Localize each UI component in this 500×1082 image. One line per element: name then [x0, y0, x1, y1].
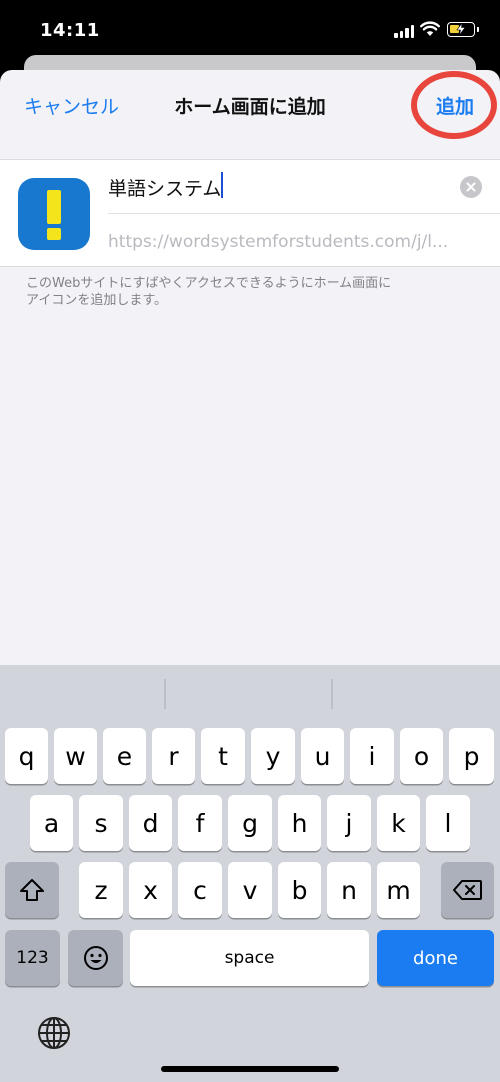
home-indicator: [161, 1066, 339, 1072]
key-d[interactable]: d: [129, 795, 172, 851]
key-r[interactable]: r: [152, 728, 195, 784]
key-t[interactable]: t: [201, 728, 245, 784]
backspace-key[interactable]: [441, 862, 494, 918]
key-n[interactable]: n: [327, 862, 371, 918]
text-cursor: [221, 172, 223, 198]
key-e[interactable]: e: [103, 728, 146, 784]
key-v[interactable]: v: [228, 862, 272, 918]
key-h[interactable]: h: [278, 795, 321, 851]
status-bar: 14:11: [0, 0, 500, 58]
key-q[interactable]: q: [5, 728, 48, 784]
name-field[interactable]: 単語システム: [108, 174, 221, 201]
emoji-key[interactable]: [68, 930, 123, 986]
done-key[interactable]: done: [377, 930, 494, 986]
footnote-line2: アイコンを追加します。: [26, 293, 168, 308]
key-z[interactable]: z: [79, 862, 123, 918]
exclamation-app-icon: [18, 178, 90, 250]
key-i[interactable]: i: [350, 728, 394, 784]
key-f[interactable]: f: [178, 795, 222, 851]
footnote-line1: このWebサイトにすばやくアクセスできるようにホーム画面に: [26, 276, 392, 291]
suggestion-divider: [164, 679, 166, 709]
signal-icon: [394, 25, 414, 38]
clear-circle-icon[interactable]: [460, 176, 482, 198]
status-time: 14:11: [40, 20, 100, 41]
wifi-icon: [420, 21, 440, 36]
key-j[interactable]: j: [327, 795, 371, 851]
key-x[interactable]: x: [129, 862, 172, 918]
numbers-key[interactable]: 123: [5, 930, 60, 986]
key-k[interactable]: k: [377, 795, 420, 851]
suggestion-divider: [331, 679, 333, 709]
key-g[interactable]: g: [228, 795, 272, 851]
url-field: https://wordsystemforstudents.com/j/l...: [108, 232, 449, 252]
field-divider: [108, 213, 500, 214]
battery-charging-icon: [447, 22, 479, 37]
key-b[interactable]: b: [278, 862, 321, 918]
key-p[interactable]: p: [449, 728, 494, 784]
key-w[interactable]: w: [54, 728, 97, 784]
key-m[interactable]: m: [377, 862, 420, 918]
key-a[interactable]: a: [30, 795, 73, 851]
globe-icon: [38, 1017, 70, 1049]
globe-key[interactable]: [37, 1016, 71, 1050]
key-o[interactable]: o: [400, 728, 443, 784]
key-u[interactable]: u: [301, 728, 344, 784]
annotation-circle: [411, 71, 497, 139]
key-l[interactable]: l: [426, 795, 470, 851]
form-group: 単語システム https://wordsystemforstudents.com…: [0, 159, 500, 267]
nav-bar: キャンセル ホーム画面に追加 追加: [0, 70, 500, 140]
emoji-icon: [83, 946, 108, 970]
key-y[interactable]: y: [251, 728, 295, 784]
key-c[interactable]: c: [178, 862, 222, 918]
shift-key[interactable]: [5, 862, 59, 918]
backspace-icon: [452, 880, 482, 900]
keyboard: q w e r t y u i o p a s d f g h j k l z …: [0, 665, 500, 1082]
key-s[interactable]: s: [79, 795, 123, 851]
shift-icon: [20, 879, 44, 901]
space-key[interactable]: space: [130, 930, 369, 986]
footnote: このWebサイトにすばやくアクセスできるようにホーム画面に アイコンを追加します…: [26, 275, 476, 309]
